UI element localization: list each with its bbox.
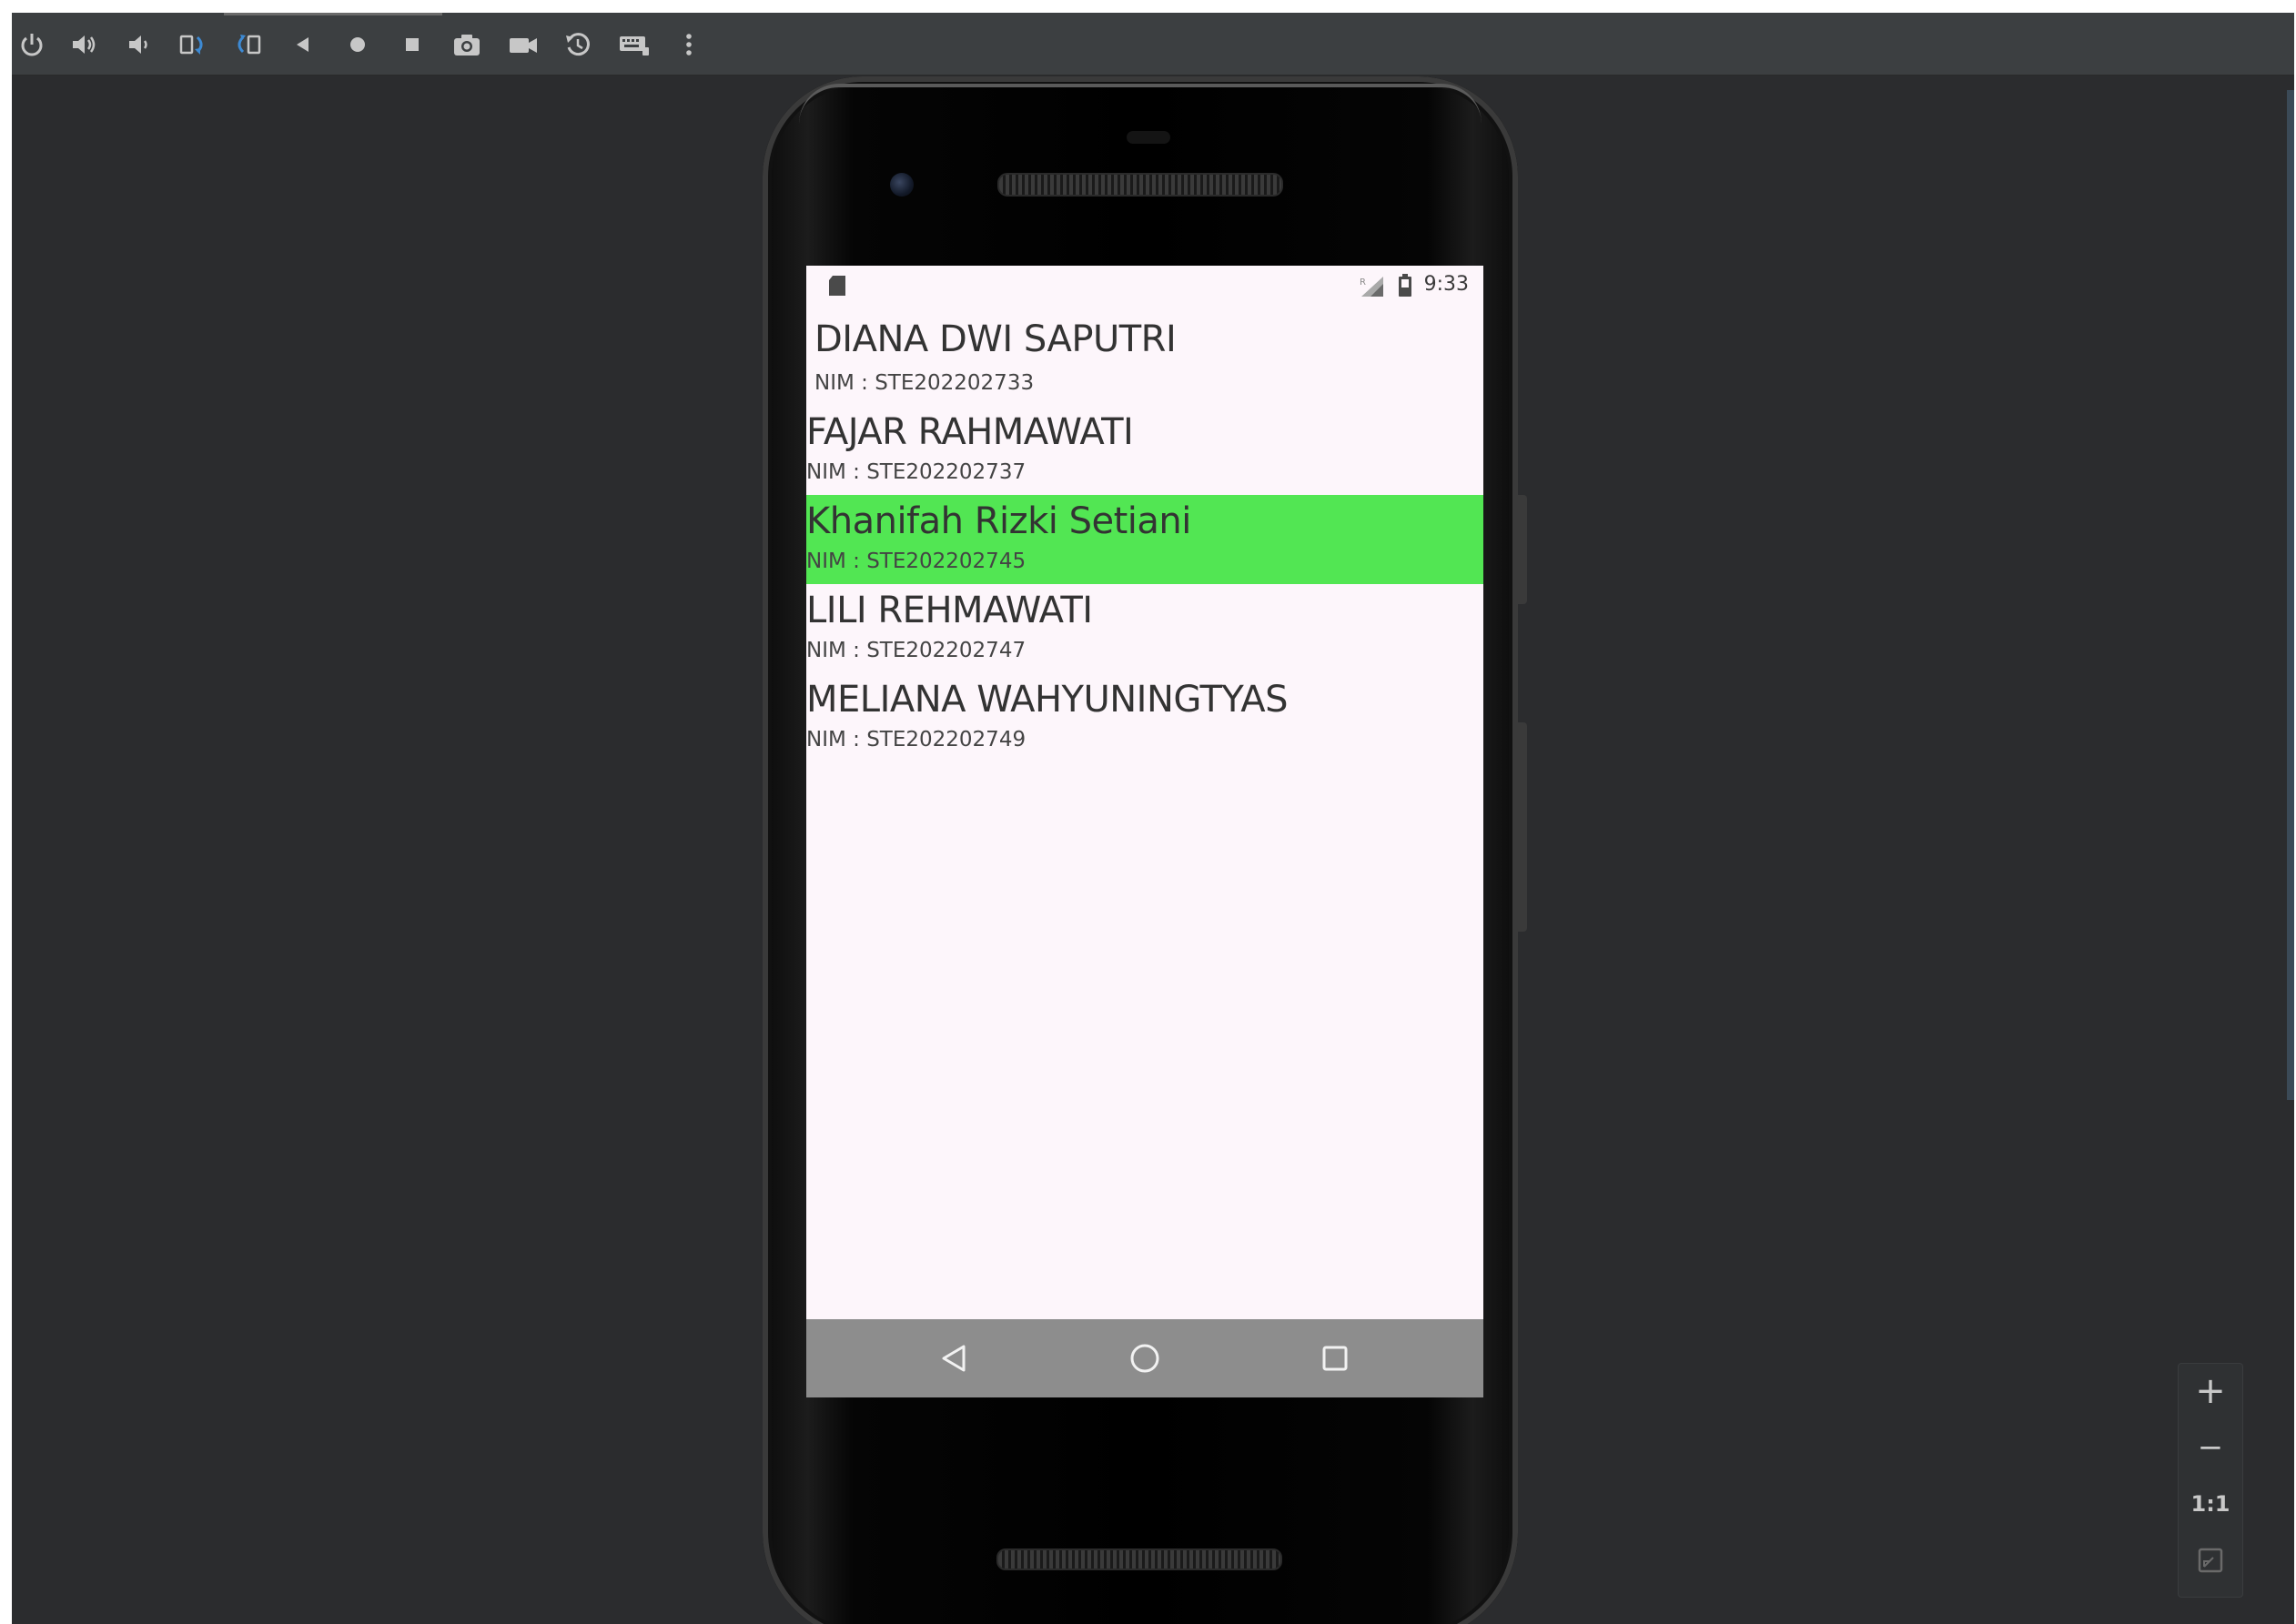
list-item[interactable]: FAJAR RAHMAWATI NIM : STE202202737 (806, 406, 1483, 495)
student-nim: NIM : STE202202749 (806, 728, 1027, 751)
nav-home-icon (1130, 1344, 1159, 1373)
emulator-toolbar (12, 13, 2294, 76)
power-icon (21, 34, 43, 56)
toolbar-tab-indicator (224, 13, 442, 15)
camera-icon (454, 35, 480, 55)
device-screen: R 9:33 DIANA DWI SAPUTRI NIM : STE202202… (806, 266, 1483, 1397)
more-button[interactable] (669, 26, 709, 63)
nav-home-button[interactable] (1124, 1337, 1166, 1379)
volume-up-icon (73, 35, 96, 54)
volume-down-button[interactable] (119, 26, 159, 63)
side-power-button[interactable] (1516, 495, 1527, 604)
rotate-right-icon (238, 35, 261, 55)
back-button[interactable] (283, 26, 323, 63)
emulator-window: R 9:33 DIANA DWI SAPUTRI NIM : STE202202… (12, 13, 2294, 1624)
nav-back-icon (942, 1345, 966, 1372)
student-name: MELIANA WAHYUNINGTYAS (806, 679, 1288, 721)
nav-recents-icon (1322, 1346, 1348, 1371)
volume-down-icon (129, 35, 147, 54)
scrollbar[interactable] (2287, 90, 2294, 1100)
keyboard-icon (620, 36, 649, 55)
list-item-selected[interactable]: Khanifah Rizki Setiani NIM : STE20220274… (806, 495, 1483, 584)
power-button[interactable] (12, 26, 52, 63)
student-nim: NIM : STE202202745 (806, 550, 1027, 573)
side-volume-rocker[interactable] (1516, 722, 1527, 932)
snapshot-button[interactable] (558, 26, 598, 63)
zoom-in-button[interactable]: + (2179, 1364, 2242, 1418)
fit-screen-icon (2198, 1548, 2223, 1573)
overview-button[interactable] (392, 26, 432, 63)
overview-square-icon (406, 38, 419, 51)
bottom-speaker (996, 1548, 1282, 1570)
student-name: FAJAR RAHMAWATI (806, 411, 1134, 453)
screen-record-button[interactable] (503, 26, 543, 63)
nav-back-button[interactable] (934, 1337, 976, 1379)
more-vertical-icon (686, 34, 692, 55)
back-triangle-icon (297, 37, 308, 52)
proximity-sensor (1127, 131, 1170, 144)
home-button[interactable] (338, 26, 378, 63)
screenshot-button[interactable] (447, 26, 487, 63)
list-item[interactable]: LILI REHMAWATI NIM : STE202202747 (806, 584, 1483, 673)
front-camera-icon (890, 173, 914, 197)
earpiece-speaker (997, 173, 1283, 197)
student-nim: NIM : STE202202747 (806, 639, 1027, 662)
video-camera-icon (510, 38, 537, 53)
student-name: DIANA DWI SAPUTRI (814, 318, 1177, 360)
student-nim: NIM : STE202202733 (814, 371, 1035, 395)
battery-icon (1399, 274, 1411, 297)
actual-size-button[interactable]: 1:1 (2179, 1477, 2242, 1531)
zoom-out-button[interactable]: − (2179, 1420, 2242, 1475)
home-dot-icon (350, 37, 365, 52)
status-bar: R 9:33 (806, 266, 1483, 308)
device-frame: R 9:33 DIANA DWI SAPUTRI NIM : STE202202… (763, 76, 1527, 1624)
rotate-left-icon (179, 35, 203, 55)
list-item[interactable]: DIANA DWI SAPUTRI NIM : STE202202733 (806, 313, 1483, 406)
rotate-left-button[interactable] (174, 26, 214, 63)
rotate-right-button[interactable] (228, 26, 268, 63)
signal-icon: R (1360, 277, 1383, 297)
nav-recents-button[interactable] (1314, 1337, 1356, 1379)
sd-card-icon (829, 276, 845, 296)
student-nim: NIM : STE202202737 (806, 460, 1027, 484)
navigation-bar (806, 1319, 1483, 1397)
student-list[interactable]: DIANA DWI SAPUTRI NIM : STE202202733 FAJ… (806, 313, 1483, 762)
zoom-controls: + − 1:1 (2178, 1363, 2243, 1598)
keyboard-button[interactable] (614, 26, 654, 63)
fit-screen-button[interactable] (2179, 1533, 2242, 1588)
device-bezel-highlight (799, 84, 1482, 124)
student-name: Khanifah Rizki Setiani (806, 500, 1191, 542)
volume-up-button[interactable] (65, 26, 105, 63)
status-time: 9:33 (1423, 273, 1469, 296)
list-item[interactable]: MELIANA WAHYUNINGTYAS NIM : STE202202749 (806, 673, 1483, 762)
history-icon (566, 33, 590, 56)
svg-text:R: R (1360, 277, 1366, 287)
student-name: LILI REHMAWATI (806, 590, 1093, 631)
